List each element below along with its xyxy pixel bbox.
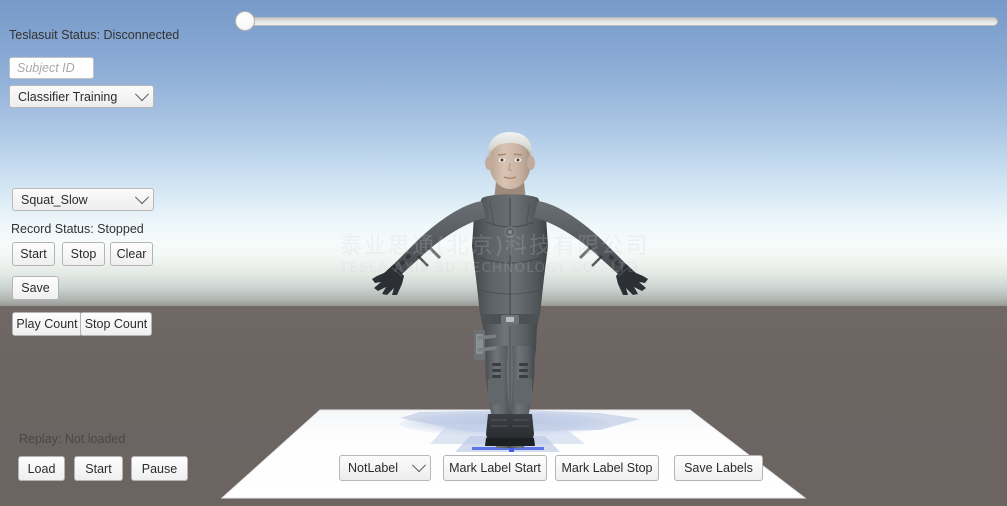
replay-status-label: Replay: Not loaded bbox=[19, 432, 126, 446]
chevron-down-icon bbox=[408, 458, 430, 473]
record-start-button[interactable]: Start bbox=[12, 242, 55, 266]
mode-dropdown-value: Classifier Training bbox=[18, 89, 118, 104]
play-count-button[interactable]: Play Count bbox=[12, 312, 82, 336]
record-clear-button[interactable]: Clear bbox=[110, 242, 153, 266]
label-dropdown-value: NotLabel bbox=[348, 461, 399, 475]
subject-id-input[interactable] bbox=[9, 57, 94, 79]
motion-dropdown[interactable]: Squat_Slow bbox=[12, 188, 154, 211]
chevron-down-icon bbox=[131, 189, 153, 205]
record-save-button[interactable]: Save bbox=[12, 276, 59, 300]
app-window: 泰业思通(北京)科技有限公司 TESLA AXIS 3D TECHNOLOGY … bbox=[0, 0, 1007, 506]
label-dropdown[interactable]: NotLabel bbox=[339, 455, 431, 481]
mode-dropdown[interactable]: Classifier Training bbox=[9, 85, 154, 108]
teslasuit-avatar bbox=[370, 118, 650, 448]
record-status-label: Record Status: Stopped bbox=[11, 222, 144, 236]
timeline-slider[interactable] bbox=[235, 11, 998, 31]
timeline-slider-handle[interactable] bbox=[235, 11, 255, 31]
timeline-slider-track[interactable] bbox=[236, 17, 998, 26]
chevron-down-icon bbox=[131, 86, 153, 102]
save-labels-button[interactable]: Save Labels bbox=[674, 455, 763, 481]
stop-count-button[interactable]: Stop Count bbox=[80, 312, 152, 336]
replay-load-button[interactable]: Load bbox=[18, 456, 65, 481]
teslasuit-status-label: Teslasuit Status: Disconnected bbox=[9, 28, 180, 42]
replay-start-button[interactable]: Start bbox=[74, 456, 123, 481]
record-stop-button[interactable]: Stop bbox=[62, 242, 105, 266]
motion-dropdown-value: Squat_Slow bbox=[21, 192, 88, 207]
replay-pause-button[interactable]: Pause bbox=[131, 456, 188, 481]
mark-label-stop-button[interactable]: Mark Label Stop bbox=[555, 455, 659, 481]
mark-label-start-button[interactable]: Mark Label Start bbox=[443, 455, 547, 481]
